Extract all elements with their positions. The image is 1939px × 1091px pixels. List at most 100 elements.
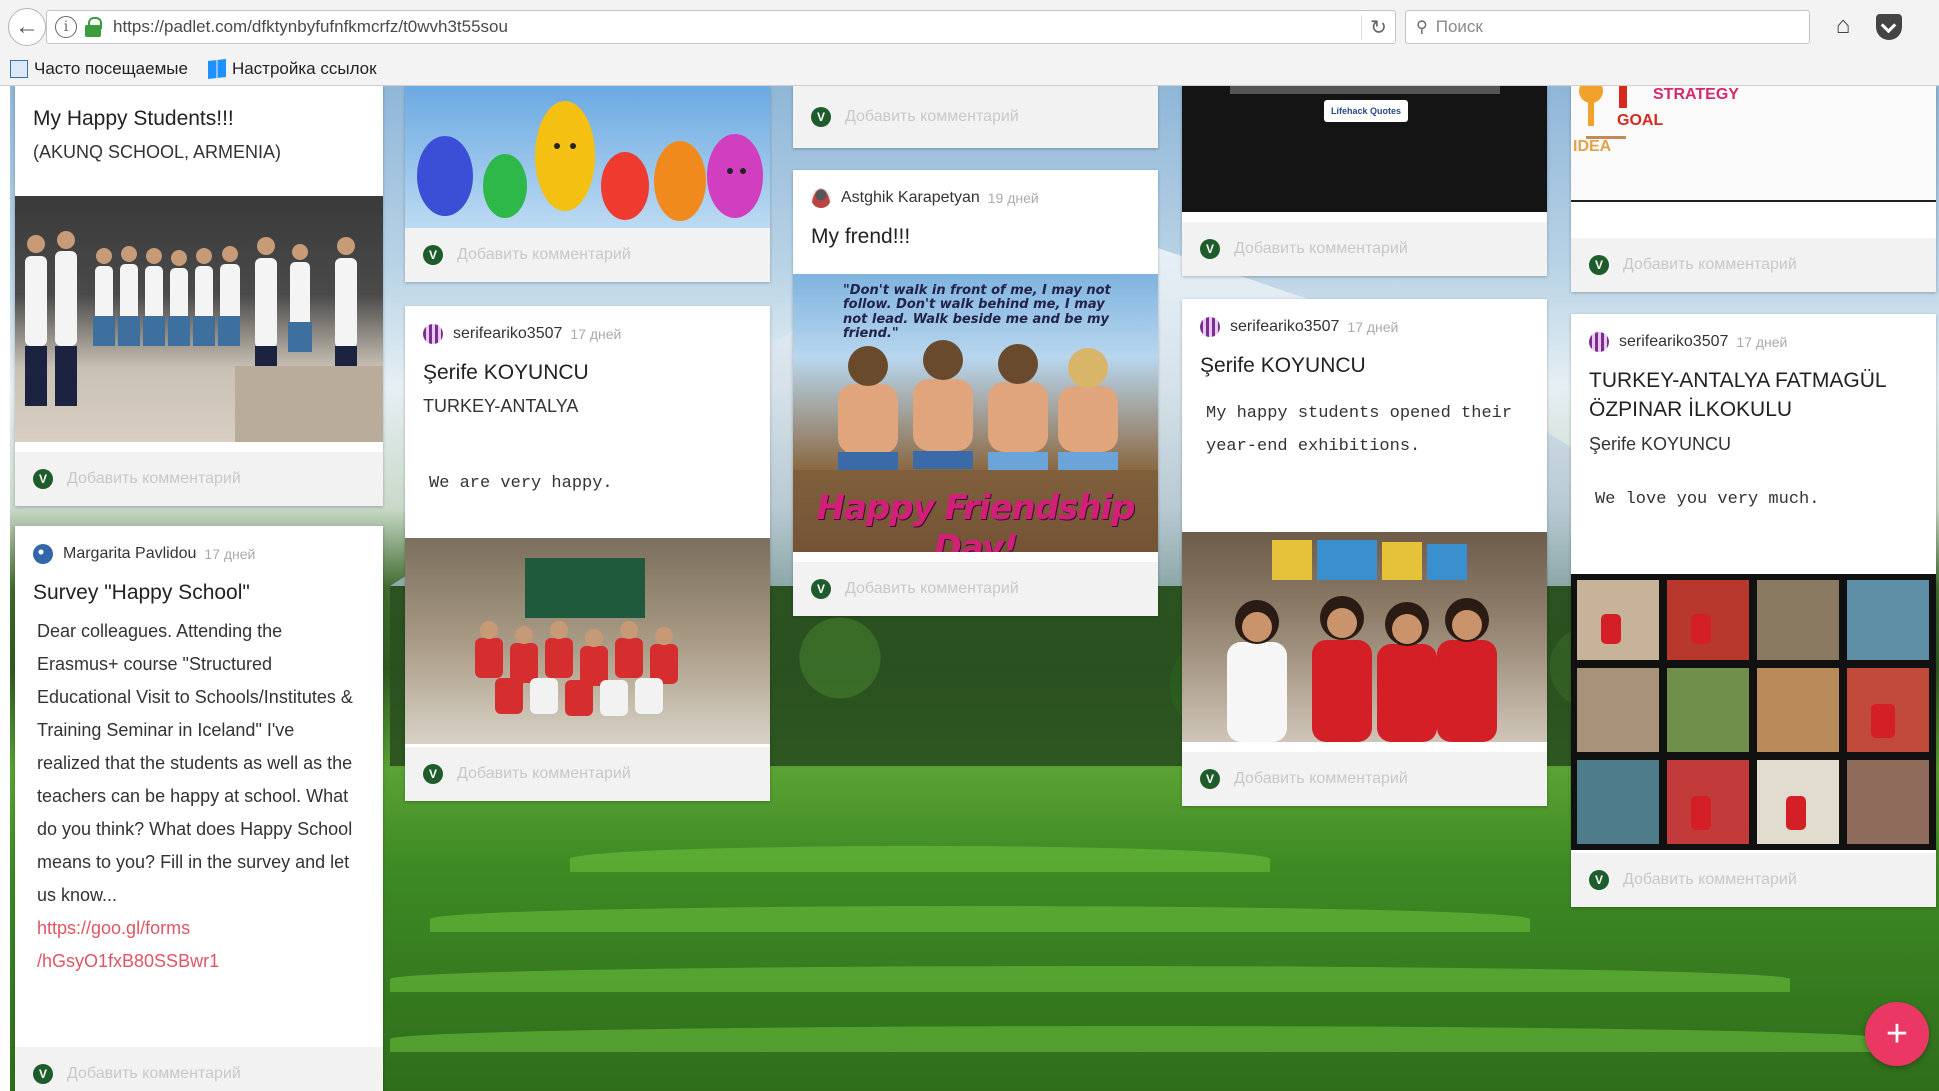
post-text: We love you very much.: [1595, 489, 1820, 509]
avatar: [1200, 317, 1220, 337]
user-badge-icon: V: [423, 245, 443, 265]
windows-icon: [207, 59, 226, 79]
post-text: We are very happy.: [429, 474, 613, 494]
comment-bar[interactable]: V Добавить комментарий: [1182, 222, 1547, 276]
post-title: Şerife KOYUNCU: [423, 361, 589, 384]
students-photo[interactable]: [15, 196, 383, 442]
bookmark-label: Настройка ссылок: [231, 59, 377, 78]
post-body: Dear colleagues. Attending the Erasmus+ …: [37, 621, 353, 905]
collage-photo[interactable]: [1571, 574, 1936, 850]
add-comment-field[interactable]: Добавить комментарий: [67, 1065, 241, 1083]
comment-bar[interactable]: V Добавить комментарий: [405, 228, 770, 282]
post-card[interactable]: Lifehack Quotes V Добавить комментарий: [1182, 86, 1547, 276]
post-card[interactable]: My Happy Students!!! (AKUNQ SCHOOL, ARME…: [15, 86, 383, 506]
post-author: serifeariko3507 17 дней: [1571, 314, 1936, 352]
exhibition-photo[interactable]: [1182, 532, 1547, 742]
idea-label: IDEA: [1573, 138, 1612, 155]
post-card[interactable]: serifeariko3507 17 дней Şerife KOYUNCU M…: [1182, 299, 1547, 806]
post-card[interactable]: serifeariko3507 17 дней TURKEY-ANTALYA F…: [1571, 314, 1936, 907]
author-name[interactable]: serifeariko3507: [453, 325, 562, 343]
survey-link-line-1[interactable]: https://goo.gl/forms: [37, 918, 190, 938]
background-field: [430, 906, 1530, 932]
post-title: My Happy Students!!!: [33, 107, 234, 130]
post-author: Margarita Pavlidou 17 дней: [15, 526, 383, 564]
avatar: [1589, 332, 1609, 352]
post-card[interactable]: Margarita Pavlidou 17 дней Survey "Happy…: [15, 526, 383, 1091]
add-comment-field[interactable]: Добавить комментарий: [457, 765, 631, 783]
add-post-button[interactable]: +: [1865, 1002, 1929, 1066]
classroom-photo[interactable]: [405, 538, 770, 744]
add-comment-field[interactable]: Добавить комментарий: [1234, 240, 1408, 258]
author-name[interactable]: Astghik Karapetyan: [841, 189, 980, 207]
comment-bar[interactable]: V Добавить комментарий: [1571, 238, 1936, 292]
comment-bar[interactable]: V Добавить комментарий: [1571, 853, 1936, 907]
avatar: [33, 544, 53, 564]
comment-bar[interactable]: V Добавить комментарий: [15, 1047, 383, 1091]
strategy-image[interactable]: STRATEGY GOAL IDEA shutterstock: [1571, 86, 1936, 202]
lifehack-logo: Lifehack Quotes: [1324, 100, 1408, 122]
bookmark-most-visited[interactable]: Часто посещаемые: [10, 59, 188, 79]
add-comment-field[interactable]: Добавить комментарий: [67, 470, 241, 488]
post-card[interactable]: STRATEGY GOAL IDEA shutterstock V Добави…: [1571, 86, 1936, 292]
background-field: [390, 966, 1790, 992]
add-comment-field[interactable]: Добавить комментарий: [1623, 871, 1797, 889]
background-field: [390, 1026, 1890, 1052]
post-title: Survey "Happy School": [33, 581, 250, 604]
back-button[interactable]: ←: [8, 8, 46, 46]
user-badge-icon: V: [1200, 769, 1220, 789]
post-card[interactable]: V Добавить комментарий: [793, 86, 1158, 148]
user-badge-icon: V: [1200, 239, 1220, 259]
post-title: Şerife KOYUNCU: [1200, 354, 1366, 377]
user-badge-icon: V: [1589, 870, 1609, 890]
post-subtitle: Şerife KOYUNCU: [1589, 433, 1732, 454]
quote-image[interactable]: Lifehack Quotes: [1182, 86, 1547, 212]
lock-icon: [85, 17, 102, 37]
home-icon[interactable]: ⌂: [1828, 12, 1858, 42]
browser-chrome: ← i https://padlet.com/dfktynbyfufnfkmcr…: [0, 0, 1939, 86]
post-text: My happy students opened their year-end …: [1206, 404, 1513, 456]
comment-bar[interactable]: V Добавить комментарий: [1182, 752, 1547, 806]
strategy-illustration: [1579, 86, 1627, 139]
painted-hands-photo[interactable]: [405, 86, 770, 228]
collage-illustration: [1577, 580, 1929, 844]
search-placeholder: Поиск: [1435, 17, 1483, 36]
post-card[interactable]: serifeariko3507 17 дней Şerife KOYUNCU T…: [405, 306, 770, 801]
avatar: [423, 324, 443, 344]
friendship-photo[interactable]: "Don't walk in front of me, I may not fo…: [793, 274, 1158, 552]
url-text[interactable]: https://padlet.com/dfktynbyfufnfkmcrfz/t…: [113, 17, 1361, 37]
info-icon[interactable]: i: [55, 16, 77, 38]
post-age: 17 дней: [1736, 334, 1788, 350]
add-comment-field[interactable]: Добавить комментарий: [1234, 770, 1408, 788]
navigation-bar: ← i https://padlet.com/dfktynbyfufnfkmcr…: [0, 4, 1939, 46]
comment-bar[interactable]: V Добавить комментарий: [793, 562, 1158, 616]
comment-bar[interactable]: V Добавить комментарий: [793, 86, 1158, 148]
shutterstock-bar: shutterstock: [1571, 200, 1936, 202]
post-author: serifeariko3507 17 дней: [1182, 299, 1547, 337]
add-comment-field[interactable]: Добавить комментарий: [457, 246, 631, 264]
reload-icon[interactable]: ↻: [1361, 14, 1395, 40]
user-badge-icon: V: [1589, 255, 1609, 275]
bookmarks-bar: Часто посещаемые Настройка ссылок: [0, 54, 387, 84]
add-comment-field[interactable]: Добавить комментарий: [845, 580, 1019, 598]
comment-bar[interactable]: V Добавить комментарий: [405, 747, 770, 801]
comment-bar[interactable]: V Добавить комментарий: [15, 452, 383, 506]
post-age: 17 дней: [570, 326, 622, 342]
bookmark-customize-links[interactable]: Настройка ссылок: [207, 59, 377, 79]
post-card[interactable]: V Добавить комментарий: [405, 86, 770, 282]
add-comment-field[interactable]: Добавить комментарий: [845, 108, 1019, 126]
post-subtitle: TURKEY-ANTALYA: [423, 396, 579, 417]
pocket-icon[interactable]: [1876, 14, 1902, 40]
address-bar[interactable]: i https://padlet.com/dfktynbyfufnfkmcrfz…: [46, 10, 1396, 44]
search-input[interactable]: ⚲ Поиск: [1405, 10, 1810, 44]
post-title: My frend!!!: [811, 225, 911, 248]
students-illustration: [25, 231, 383, 442]
survey-link-line-2[interactable]: /hGsyO1fxB80SSBwr1: [37, 951, 219, 971]
survey-link[interactable]: https://goo.gl/forms /hGsyO1fxB80SSBwr1: [15, 912, 383, 978]
avatar: [811, 188, 831, 208]
add-comment-field[interactable]: Добавить комментарий: [1623, 256, 1797, 274]
author-name[interactable]: serifeariko3507: [1230, 318, 1339, 336]
author-name[interactable]: serifeariko3507: [1619, 333, 1728, 351]
author-name[interactable]: Margarita Pavlidou: [63, 545, 196, 563]
user-badge-icon: V: [811, 579, 831, 599]
post-card[interactable]: Astghik Karapetyan 19 дней My frend!!! "…: [793, 170, 1158, 616]
